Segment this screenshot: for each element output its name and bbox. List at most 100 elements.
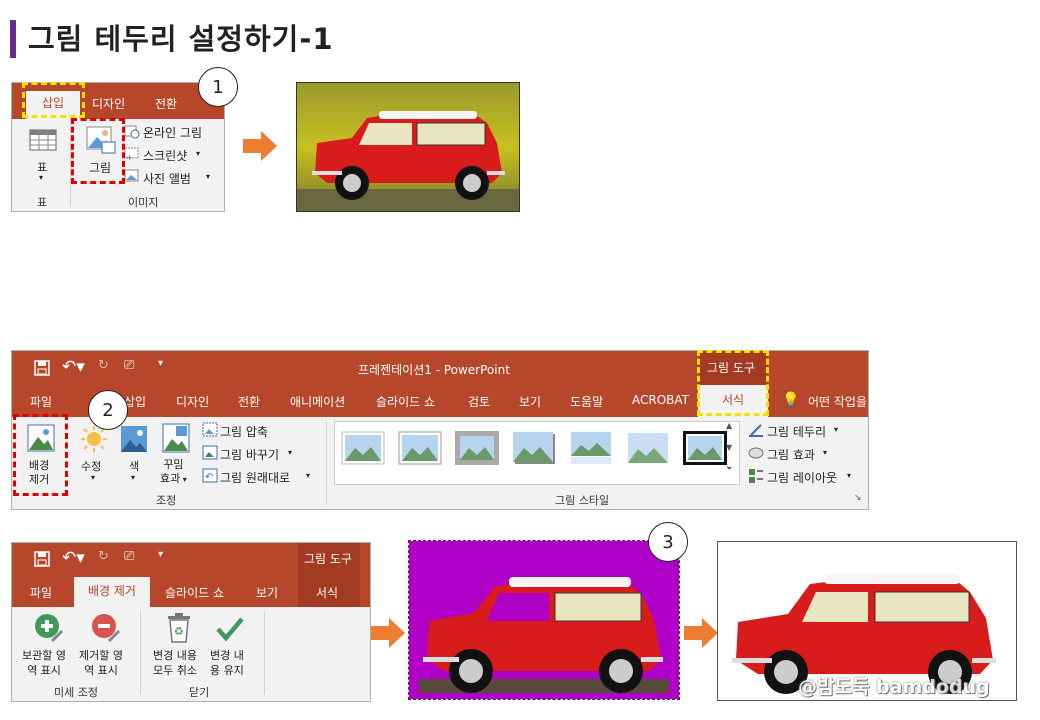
svg-text:♻: ♻ [174,625,184,638]
chevron-down-icon: ▾ [131,473,136,482]
car-photo-background-removed[interactable]: @밤도둑 bamdodug [717,541,1017,701]
picture-effects-button[interactable]: 그림 효과 [767,446,815,463]
gallery-more[interactable]: ⏷ [726,464,732,474]
screenshot-icon: + [124,147,139,161]
tab-transitions[interactable]: 전환 [155,95,177,112]
format-tab-highlight [697,350,769,416]
tab-format[interactable]: 서식 [316,584,338,601]
picture-style-soft-edge[interactable] [626,431,670,465]
redo-icon[interactable]: ↻ [98,358,109,373]
undo-icon[interactable]: ↶▾ [62,548,85,568]
change-picture-button[interactable]: 그림 바꾸기 [220,446,279,463]
chevron-down-icon: ▾ [196,149,201,158]
tab-slideshow[interactable]: 슬라이드 쇼 [165,584,224,601]
mark-keep-line1: 보관할 영 [22,649,66,662]
tell-me-search[interactable]: 어떤 작업을 [808,393,867,410]
chevron-down-icon: ▾ [306,471,311,480]
online-picture-button[interactable]: 온라인 그림 [143,124,202,141]
tab-background-removal[interactable]: 배경 제거 [74,577,150,607]
color-button[interactable]: 색 [129,458,139,474]
discard-line1: 변경 내용 [153,649,197,662]
mark-remove-button[interactable]: 제거할 영 역 표시 [79,648,123,678]
tab-file[interactable]: 파일 [30,584,52,601]
step-badge-3: 3 [648,522,688,562]
chevron-down-icon: ▾ [91,473,96,482]
discard-changes-button[interactable]: 변경 내용 모두 취소 [153,648,197,678]
arrow-right-icon [371,618,405,648]
gallery-scroll-up[interactable]: ▲ [726,421,732,430]
artistic-effects-button[interactable]: 꾸밈 효과 ▾ [160,458,187,487]
page-title: 그림 테두리 설정하기-1 [28,22,334,56]
save-icon[interactable] [34,551,50,567]
adjust-group-label: 조정 [156,494,177,507]
tab-animations[interactable]: 애니메이션 [290,393,345,410]
tab-acrobat[interactable]: ACROBAT [632,393,689,407]
change-picture-icon [202,445,218,460]
close-group-label: 닫기 [189,686,210,699]
picture-style-thin-border[interactable] [398,431,442,465]
tab-design[interactable]: 디자인 [92,95,125,112]
tab-slideshow[interactable]: 슬라이드 쇼 [376,393,435,410]
photo-album-icon [124,169,139,182]
keep-line2: 용 유지 [210,664,244,677]
screenshot-button[interactable]: 스크린샷 [143,147,187,164]
trash-icon: ♻ [168,613,190,643]
presenter-icon[interactable]: ⎚ [124,358,134,373]
picture-style-thick-matte[interactable] [455,431,499,465]
presenter-icon[interactable]: ⎚ [124,549,134,564]
car-photo-original[interactable] [296,82,520,212]
step-badge-1: 1 [198,67,238,107]
tab-help[interactable]: 도움말 [570,393,603,410]
picture-layout-button[interactable]: 그림 레이아웃 [767,469,837,486]
picture-style-black-frame[interactable] [683,431,727,465]
discard-line2: 모두 취소 [153,664,197,677]
insert-tab-highlight [22,82,85,118]
mark-keep-line2: 역 표시 [27,664,61,677]
tab-view[interactable]: 보기 [256,584,278,601]
tab-review[interactable]: 검토 [468,393,490,410]
tab-design[interactable]: 디자인 [176,393,209,410]
arrow-right-icon [243,131,277,161]
keep-changes-button[interactable]: 변경 내 용 유지 [210,648,244,678]
photo-album-button[interactable]: 사진 앨범 [143,170,191,187]
tab-file[interactable]: 파일 [30,393,52,410]
picture-style-reflected[interactable] [569,431,613,465]
table-group-label: 표 [37,196,48,209]
mark-remove-icon [92,614,121,643]
tab-view[interactable]: 보기 [519,393,541,410]
picture-style-shadow[interactable] [512,431,556,465]
svg-text:+: + [126,153,133,161]
gallery-scroll-down[interactable]: ▼ [726,443,732,452]
save-icon[interactable] [34,360,50,376]
undo-icon[interactable]: ↶▾ [62,357,85,377]
chevron-down-icon: ▾ [847,471,852,480]
chevron-down-icon: ▾ [834,425,839,434]
lightbulb-icon: 💡 [782,392,800,408]
title-accent-bar [10,20,16,58]
customize-icon[interactable]: ▾ [158,549,163,560]
corrections-button[interactable]: 수정 [81,458,101,474]
reset-picture-button[interactable]: 그림 원래대로 [220,469,290,486]
picture-styles-group-label: 그림 스타일 [555,494,610,507]
mark-keep-button[interactable]: 보관할 영 역 표시 [22,648,66,678]
divider [140,611,141,695]
document-title: 프레젠테이션1 - PowerPoint [358,363,510,377]
picture-border-button[interactable]: 그림 테두리 [767,423,826,440]
svg-text:↶: ↶ [205,472,213,483]
redo-icon[interactable]: ↻ [98,549,109,564]
compress-icon [202,422,218,437]
picture-style-simple-frame[interactable] [341,431,385,465]
compress-pictures-button[interactable]: 그림 압축 [220,423,268,440]
mark-keep-icon [35,614,64,643]
car-photo-background-marked[interactable] [408,540,680,700]
artistic-line2: 효과 [160,472,181,485]
watermark-text: @밤도둑 bamdodug [798,676,990,698]
chevron-down-icon: ▾ [823,448,828,457]
tab-transitions[interactable]: 전환 [238,393,260,410]
chevron-down-icon: ▾ [288,448,293,457]
checkmark-icon [216,617,244,642]
artistic-line1: 꾸밈 [163,458,184,471]
customize-icon[interactable]: ▾ [158,358,163,369]
mark-remove-line1: 제거할 영 [79,649,123,662]
dialog-launcher-icon[interactable]: ↘ [854,493,862,503]
